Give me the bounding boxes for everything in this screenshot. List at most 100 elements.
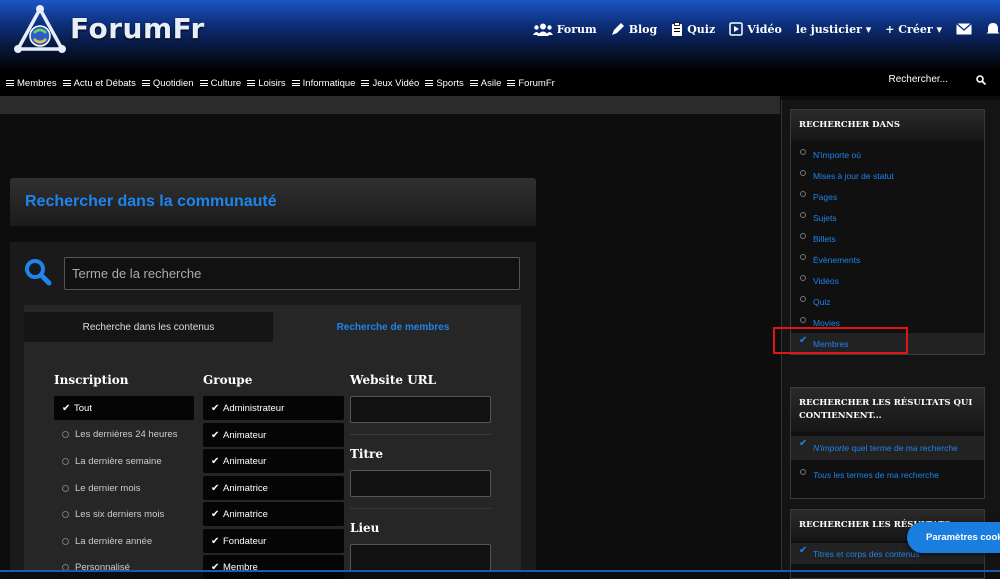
search-panel: Terme de la recherche Recherche dans les… <box>10 242 536 579</box>
menu-item-quotidien[interactable]: Quotidien <box>141 78 194 89</box>
tab-member-search[interactable]: Recherche de membres <box>273 312 513 342</box>
menu-item-actu[interactable]: Actu et Débats <box>62 78 136 89</box>
top-search[interactable]: Rechercher... <box>889 74 986 85</box>
website-url-field[interactable] <box>350 396 491 423</box>
divider <box>350 434 491 435</box>
inscription-heading: Inscription <box>54 373 129 387</box>
menu-item-membres[interactable]: Membres <box>6 78 57 89</box>
filter-option[interactable]: Évènements <box>791 249 984 270</box>
groupe-option-administrateur[interactable]: ✔ Administrateur <box>203 396 344 420</box>
titre-label: Titre <box>350 447 383 461</box>
create-menu[interactable]: + Créer ▾ <box>885 23 942 36</box>
groupe-option-animatrice[interactable]: ✔ Animatrice <box>203 476 344 500</box>
menu-item-culture[interactable]: Culture <box>199 78 241 89</box>
radio-icon <box>62 457 69 465</box>
search-icon[interactable] <box>976 74 986 85</box>
nav-video[interactable]: Vidéo <box>729 22 782 36</box>
panel-heading: RECHERCHER LES RÉSULTATS QUI CONTIENNENT… <box>791 388 984 432</box>
user-menu[interactable]: le justicier ▾ <box>796 23 871 36</box>
filter-option[interactable]: Pages <box>791 186 984 207</box>
radio-icon <box>62 430 69 438</box>
hamburger-icon <box>361 79 370 88</box>
groupe-option-membre[interactable]: ✔ Membre <box>203 555 344 579</box>
terms-option-any[interactable]: ✔ N'importe quel terme de ma recherche <box>791 436 984 460</box>
search-title-bar: Rechercher dans la communauté <box>10 178 536 226</box>
check-icon: ✔ <box>799 438 808 449</box>
menu-item-sports[interactable]: Sports <box>425 78 464 89</box>
groupe-option-fondateur[interactable]: ✔ Fondateur <box>203 529 344 553</box>
filter-panel-search-in: RECHERCHER DANS N'importe où Mises à jou… <box>790 109 985 355</box>
panel-heading: RECHERCHER DANS <box>791 110 984 141</box>
forum-logo-icon <box>12 3 68 59</box>
site-logo[interactable]: ForumFr <box>12 3 205 59</box>
inscription-option-six-months[interactable]: Les six derniers mois <box>54 502 194 526</box>
check-icon: ✔ <box>799 545 808 556</box>
cookie-settings-button[interactable]: Paramètres cookies <box>907 522 1000 553</box>
logo-text: ForumFr <box>70 11 205 45</box>
filter-option[interactable]: Vidéos <box>791 270 984 291</box>
titre-field[interactable] <box>350 470 491 497</box>
radio-icon <box>62 510 69 518</box>
radio-icon <box>62 537 69 545</box>
filter-option[interactable]: Quiz <box>791 291 984 312</box>
radio-icon <box>800 469 806 475</box>
groupe-option-animateur[interactable]: ✔ Animateur <box>203 423 344 447</box>
site-header: ForumFr Forum Blog Quiz Vidéo le justici… <box>0 0 1000 70</box>
hamburger-icon <box>247 79 256 88</box>
inscription-option-week[interactable]: La dernière semaine <box>54 449 194 473</box>
page-title: Rechercher dans la communauté <box>25 193 277 210</box>
menu-item-jeux-video[interactable]: Jeux Vidéo <box>361 78 419 89</box>
filter-panel-terms: RECHERCHER LES RÉSULTATS QUI CONTIENNENT… <box>790 387 985 499</box>
notifications-button[interactable] <box>986 22 1000 36</box>
lieu-field[interactable] <box>350 544 491 572</box>
inscription-option-month[interactable]: Le dernier mois <box>54 476 194 500</box>
nav-forum[interactable]: Forum <box>532 23 597 36</box>
radio-icon <box>800 212 806 218</box>
tab-content-search[interactable]: Recherche dans les contenus <box>24 312 273 342</box>
clipboard-icon <box>672 22 683 36</box>
menu-item-informatique[interactable]: Informatique <box>291 78 355 89</box>
radio-icon <box>62 484 69 492</box>
divider <box>350 508 491 509</box>
top-navigation: Forum Blog Quiz Vidéo le justicier ▾ + C… <box>532 22 1000 36</box>
inscription-option-tout[interactable]: ✔ Tout <box>54 396 194 420</box>
groupe-option-animatrice[interactable]: ✔ Animatrice <box>203 502 344 526</box>
radio-icon <box>800 296 806 302</box>
filter-option[interactable]: Billets <box>791 228 984 249</box>
users-icon <box>532 23 553 36</box>
groupe-heading: Groupe <box>203 373 253 387</box>
divider-strip <box>0 96 780 114</box>
menu-item-asile[interactable]: Asile <box>469 78 501 89</box>
groupe-option-animateur[interactable]: ✔ Animateur <box>203 449 344 473</box>
filter-option[interactable]: Mises à jour de statut <box>791 165 984 186</box>
bell-icon <box>986 23 1000 34</box>
search-input[interactable]: Terme de la recherche <box>64 257 520 290</box>
check-icon: ✔ <box>211 402 220 414</box>
highlight-annotation <box>773 327 908 354</box>
inscription-option-custom[interactable]: Personnalisé <box>54 555 194 579</box>
lieu-label: Lieu <box>350 521 380 535</box>
hamburger-icon <box>291 79 300 88</box>
website-url-label: Website URL <box>350 373 437 387</box>
top-search-input[interactable]: Rechercher... <box>889 74 948 85</box>
hamburger-icon <box>62 79 71 88</box>
menu-item-loisirs[interactable]: Loisirs <box>247 78 286 89</box>
messages-button[interactable] <box>956 23 972 35</box>
check-icon: ✔ <box>211 482 220 494</box>
terms-option-all[interactable]: Tous les termes de ma recherche <box>791 460 984 490</box>
nav-quiz[interactable]: Quiz <box>671 22 715 36</box>
filter-option[interactable]: N'importe où <box>791 144 984 165</box>
hamburger-icon <box>141 79 150 88</box>
hamburger-icon <box>199 79 208 88</box>
menu-item-forumfr[interactable]: ForumFr <box>507 78 555 89</box>
filter-option[interactable]: Sujets <box>791 207 984 228</box>
inscription-option-24h[interactable]: Les dernières 24 heures <box>54 422 194 446</box>
radio-icon <box>800 191 806 197</box>
check-icon: ✔ <box>62 402 71 414</box>
nav-blog[interactable]: Blog <box>611 22 657 36</box>
search-tabs-panel: Recherche dans les contenus Recherche de… <box>24 305 521 579</box>
envelope-icon <box>956 23 972 35</box>
radio-icon <box>800 317 806 323</box>
inscription-option-year[interactable]: La dernière année <box>54 529 194 553</box>
radio-icon <box>800 254 806 260</box>
